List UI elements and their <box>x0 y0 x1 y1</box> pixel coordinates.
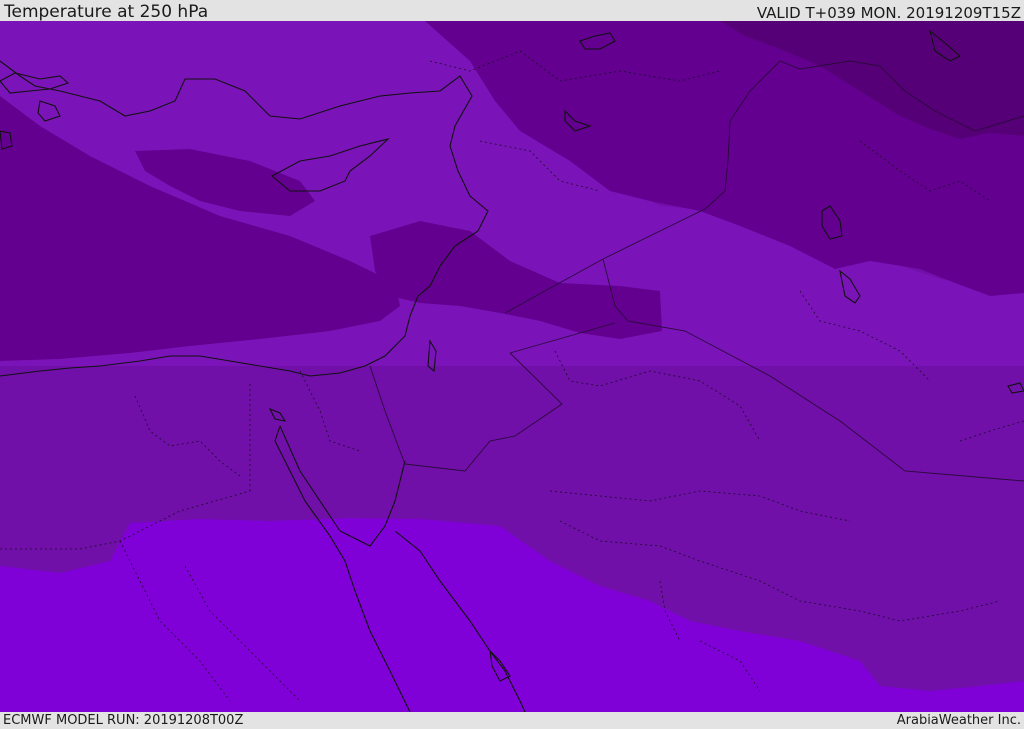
map-title: Temperature at 250 hPa <box>4 2 209 22</box>
valid-time: VALID T+039 MON. 20191209T15Z <box>756 4 1021 22</box>
credit-label: ArabiaWeather Inc. <box>896 713 1021 728</box>
temperature-map <box>0 21 1024 712</box>
model-run-label: ECMWF MODEL RUN: 20191208T00Z <box>3 713 244 728</box>
header-bar: Temperature at 250 hPa VALID T+039 MON. … <box>0 0 1024 21</box>
footer-bar: ECMWF MODEL RUN: 20191208T00Z ArabiaWeat… <box>0 712 1024 729</box>
